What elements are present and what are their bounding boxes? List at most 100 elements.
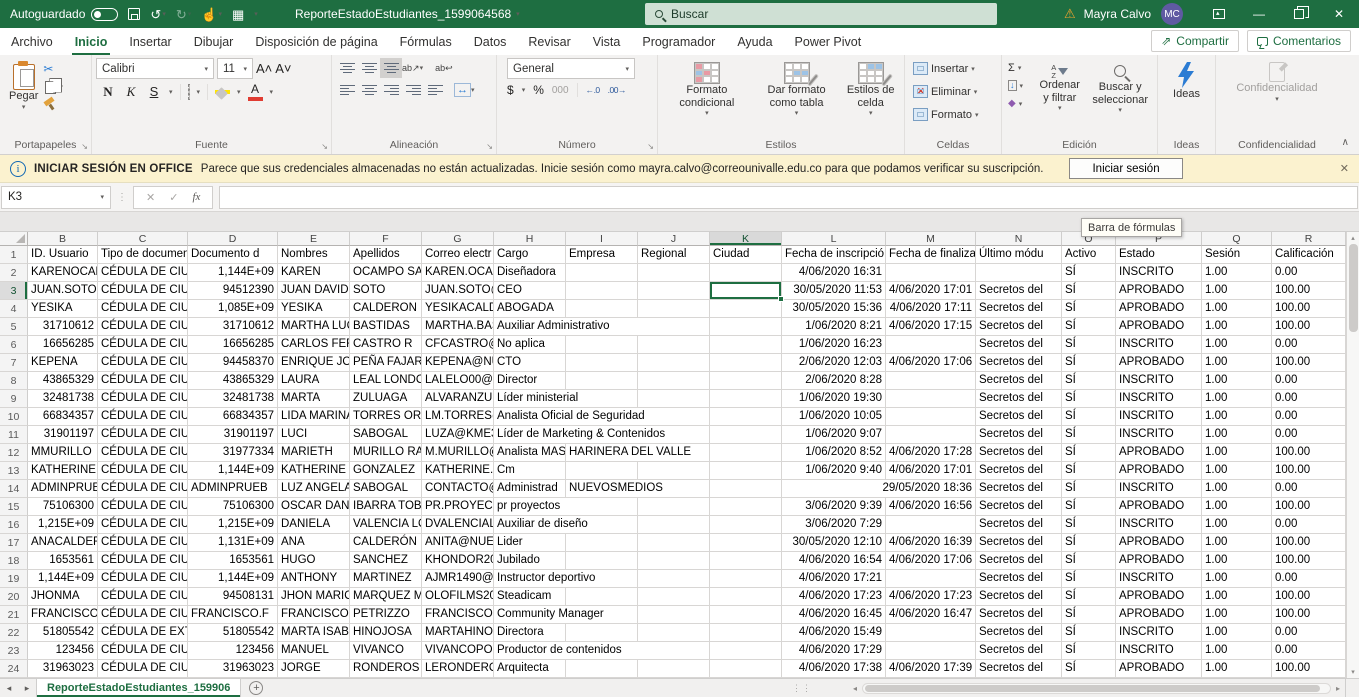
cell-G6[interactable]: CFCASTRO@: [422, 336, 494, 354]
cell-J20[interactable]: [638, 588, 710, 606]
row-header-2[interactable]: 2: [0, 264, 28, 282]
cell-O3[interactable]: SÍ: [1062, 282, 1116, 300]
cell-Q15[interactable]: 1.00: [1202, 498, 1272, 516]
increase-indent-button[interactable]: [424, 80, 446, 100]
cell-K14[interactable]: [710, 480, 782, 498]
cell-I14[interactable]: NUEVOSMEDIOS: [566, 480, 710, 498]
cell-H1[interactable]: Cargo: [494, 246, 566, 264]
cell-C1[interactable]: Tipo de documen: [98, 246, 188, 264]
cell-L19[interactable]: 4/06/2020 17:21: [782, 570, 886, 588]
cell-E7[interactable]: ENRIQUE JOS: [278, 354, 350, 372]
cell-H10[interactable]: Analista Oficial de Seguridad: [494, 408, 710, 426]
cell-K7[interactable]: [710, 354, 782, 372]
cell-O1[interactable]: Activo: [1062, 246, 1116, 264]
cell-M15[interactable]: 4/06/2020 16:56: [886, 498, 976, 516]
cell-R24[interactable]: 100.00: [1272, 660, 1346, 678]
cell-L2[interactable]: 4/06/2020 16:31: [782, 264, 886, 282]
vertical-scroll-thumb[interactable]: [1348, 244, 1358, 332]
cell-K2[interactable]: [710, 264, 782, 282]
column-header-C[interactable]: C: [98, 232, 188, 246]
cell-Q20[interactable]: 1.00: [1202, 588, 1272, 606]
row-header-7[interactable]: 7: [0, 354, 28, 372]
hscroll-right-icon[interactable]: ▸: [1331, 684, 1345, 693]
cell-P9[interactable]: INSCRITO: [1116, 390, 1202, 408]
percent-button[interactable]: %: [533, 83, 544, 97]
cell-C24[interactable]: CÉDULA DE CIUDA: [98, 660, 188, 678]
cell-P10[interactable]: INSCRITO: [1116, 408, 1202, 426]
cell-J24[interactable]: [638, 660, 710, 678]
cell-M13[interactable]: 4/06/2020 17:01: [886, 462, 976, 480]
redo-button[interactable]: ↻ ▾: [176, 8, 191, 21]
cell-B24[interactable]: 31963023: [28, 660, 98, 678]
cell-B8[interactable]: 43865329: [28, 372, 98, 390]
row-header-8[interactable]: 8: [0, 372, 28, 390]
cell-O10[interactable]: SÍ: [1062, 408, 1116, 426]
cell-G11[interactable]: LUZA@KME3: [422, 426, 494, 444]
ribbon-tab-ayuda[interactable]: Ayuda: [726, 28, 783, 55]
cell-N3[interactable]: Secretos del: [976, 282, 1062, 300]
format-painter-button[interactable]: [43, 98, 55, 110]
name-box[interactable]: K3 ▾: [1, 185, 111, 209]
cell-B12[interactable]: MMURILLO: [28, 444, 98, 462]
save-button[interactable]: [128, 8, 141, 20]
cell-C18[interactable]: CÉDULA DE CIUDA: [98, 552, 188, 570]
column-header-M[interactable]: M: [886, 232, 976, 246]
cell-P5[interactable]: APROBADO: [1116, 318, 1202, 336]
cell-F4[interactable]: CALDERON: [350, 300, 422, 318]
cell-N4[interactable]: Secretos del: [976, 300, 1062, 318]
column-header-G[interactable]: G: [422, 232, 494, 246]
cell-H17[interactable]: Lider: [494, 534, 566, 552]
cell-I22[interactable]: [566, 624, 638, 642]
cell-N19[interactable]: Secretos del: [976, 570, 1062, 588]
fill-handle[interactable]: [778, 296, 784, 302]
hscroll-left-icon[interactable]: ◂: [848, 684, 862, 693]
cell-K13[interactable]: [710, 462, 782, 480]
cell-R15[interactable]: 100.00: [1272, 498, 1346, 516]
cell-K21[interactable]: [710, 606, 782, 624]
cell-L23[interactable]: 4/06/2020 17:29: [782, 642, 886, 660]
column-header-R[interactable]: R: [1272, 232, 1346, 246]
cell-E13[interactable]: KATHERINE: [278, 462, 350, 480]
cell-J7[interactable]: [638, 354, 710, 372]
cell-M9[interactable]: [886, 390, 976, 408]
cell-F22[interactable]: HINOJOSA: [350, 624, 422, 642]
cell-F10[interactable]: TORRES ORD: [350, 408, 422, 426]
cell-K6[interactable]: [710, 336, 782, 354]
cell-D21[interactable]: FRANCISCO.F: [188, 606, 278, 624]
row-header-17[interactable]: 17: [0, 534, 28, 552]
cell-O4[interactable]: SÍ: [1062, 300, 1116, 318]
ribbon-tab-revisar[interactable]: Revisar: [517, 28, 581, 55]
cell-D24[interactable]: 31963023: [188, 660, 278, 678]
cell-C23[interactable]: CÉDULA DE CIUDA: [98, 642, 188, 660]
cell-G19[interactable]: AJMR1490@: [422, 570, 494, 588]
user-name[interactable]: Mayra Calvo: [1084, 7, 1151, 21]
column-header-J[interactable]: J: [638, 232, 710, 246]
cell-E15[interactable]: OSCAR DANIE: [278, 498, 350, 516]
cell-M11[interactable]: [886, 426, 976, 444]
cell-I12[interactable]: HARINERA DEL VALLE: [566, 444, 710, 462]
cell-M5[interactable]: 4/06/2020 17:15: [886, 318, 976, 336]
fill-color-button[interactable]: [215, 89, 231, 94]
row-header-21[interactable]: 21: [0, 606, 28, 624]
cell-P15[interactable]: APROBADO: [1116, 498, 1202, 516]
cell-R13[interactable]: 100.00: [1272, 462, 1346, 480]
column-header-I[interactable]: I: [566, 232, 638, 246]
cell-B3[interactable]: JUAN.SOTO: [28, 282, 98, 300]
cell-H12[interactable]: Analista MAS: [494, 444, 566, 462]
cell-O9[interactable]: SÍ: [1062, 390, 1116, 408]
row-header-13[interactable]: 13: [0, 462, 28, 480]
cell-G21[interactable]: FRANCISCO.F: [422, 606, 494, 624]
cell-R8[interactable]: 0.00: [1272, 372, 1346, 390]
cell-K22[interactable]: [710, 624, 782, 642]
shrink-font-button[interactable]: A˅: [275, 61, 291, 76]
cell-H8[interactable]: Director: [494, 372, 566, 390]
document-title[interactable]: ReporteEstadoEstudiantes_1599064568 ▾: [295, 7, 520, 21]
cell-B1[interactable]: ID. Usuario: [28, 246, 98, 264]
cell-G7[interactable]: KEPENA@NU: [422, 354, 494, 372]
cell-C12[interactable]: CÉDULA DE CIUDA: [98, 444, 188, 462]
cell-C17[interactable]: CÉDULA DE CIUDA: [98, 534, 188, 552]
cell-F19[interactable]: MARTINEZ: [350, 570, 422, 588]
cell-P21[interactable]: APROBADO: [1116, 606, 1202, 624]
cell-L18[interactable]: 4/06/2020 16:54: [782, 552, 886, 570]
cell-G20[interactable]: OLOFILMS20: [422, 588, 494, 606]
